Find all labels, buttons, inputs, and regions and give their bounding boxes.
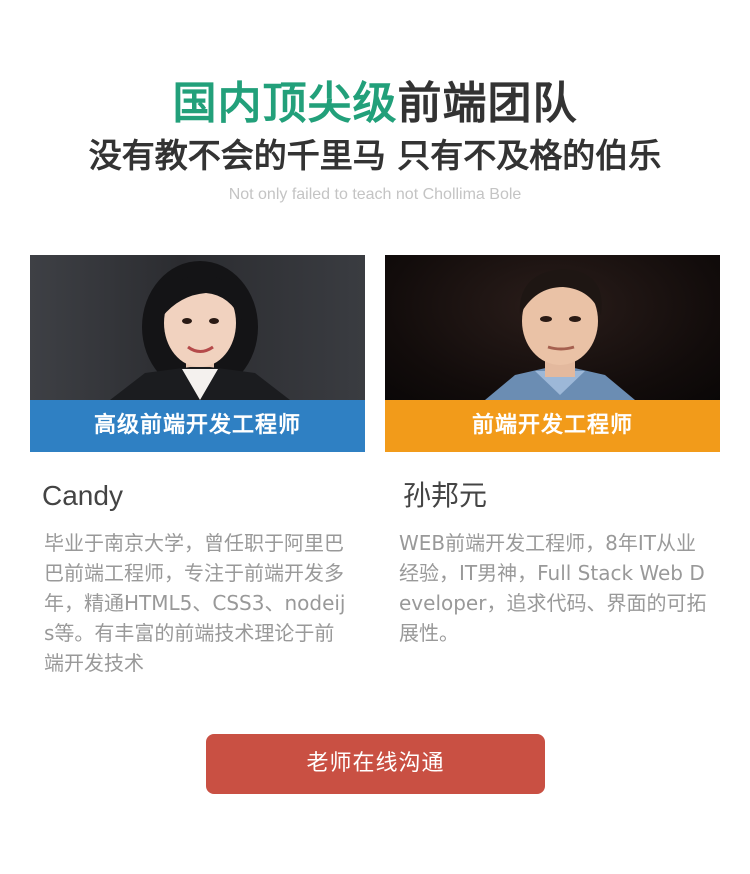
teacher-role-badge: 前端开发工程师	[385, 400, 720, 452]
teacher-card-sun: 前端开发工程师 孙邦元 WEB前端开发工程师，8年IT从业经验，IT男神，Ful…	[385, 255, 720, 648]
teacher-description: WEB前端开发工程师，8年IT从业经验，IT男神，Full Stack Web …	[399, 531, 707, 645]
contact-teacher-button[interactable]: 老师在线沟通	[206, 734, 545, 794]
teacher-name: Candy	[42, 480, 123, 511]
page-tagline: Not only failed to teach not Chollima Bo…	[228, 186, 522, 203]
teacher-role-badge: 高级前端开发工程师	[30, 400, 365, 452]
teacher-portrait-candy	[110, 261, 290, 400]
title-accent: 国内顶尖级	[172, 78, 398, 129]
teacher-name: 孙邦元	[403, 480, 488, 511]
teacher-description: 毕业于南京大学，曾任职于阿里巴巴前端工程师，专注于前端开发多年，精通HTML5、…	[44, 531, 346, 675]
page-subtitle: 没有教不会的千里马 只有不及格的伯乐	[88, 136, 662, 175]
teacher-card-candy: 高级前端开发工程师 Candy 毕业于南京大学，曾任职于阿里巴巴前端工程师，专注…	[30, 255, 365, 678]
teacher-photo	[30, 255, 365, 400]
teacher-photo	[385, 255, 720, 400]
page-title: 国内顶尖级前端团队	[0, 76, 750, 132]
teacher-portrait-sun	[485, 269, 635, 400]
title-rest: 前端团队	[397, 78, 578, 129]
